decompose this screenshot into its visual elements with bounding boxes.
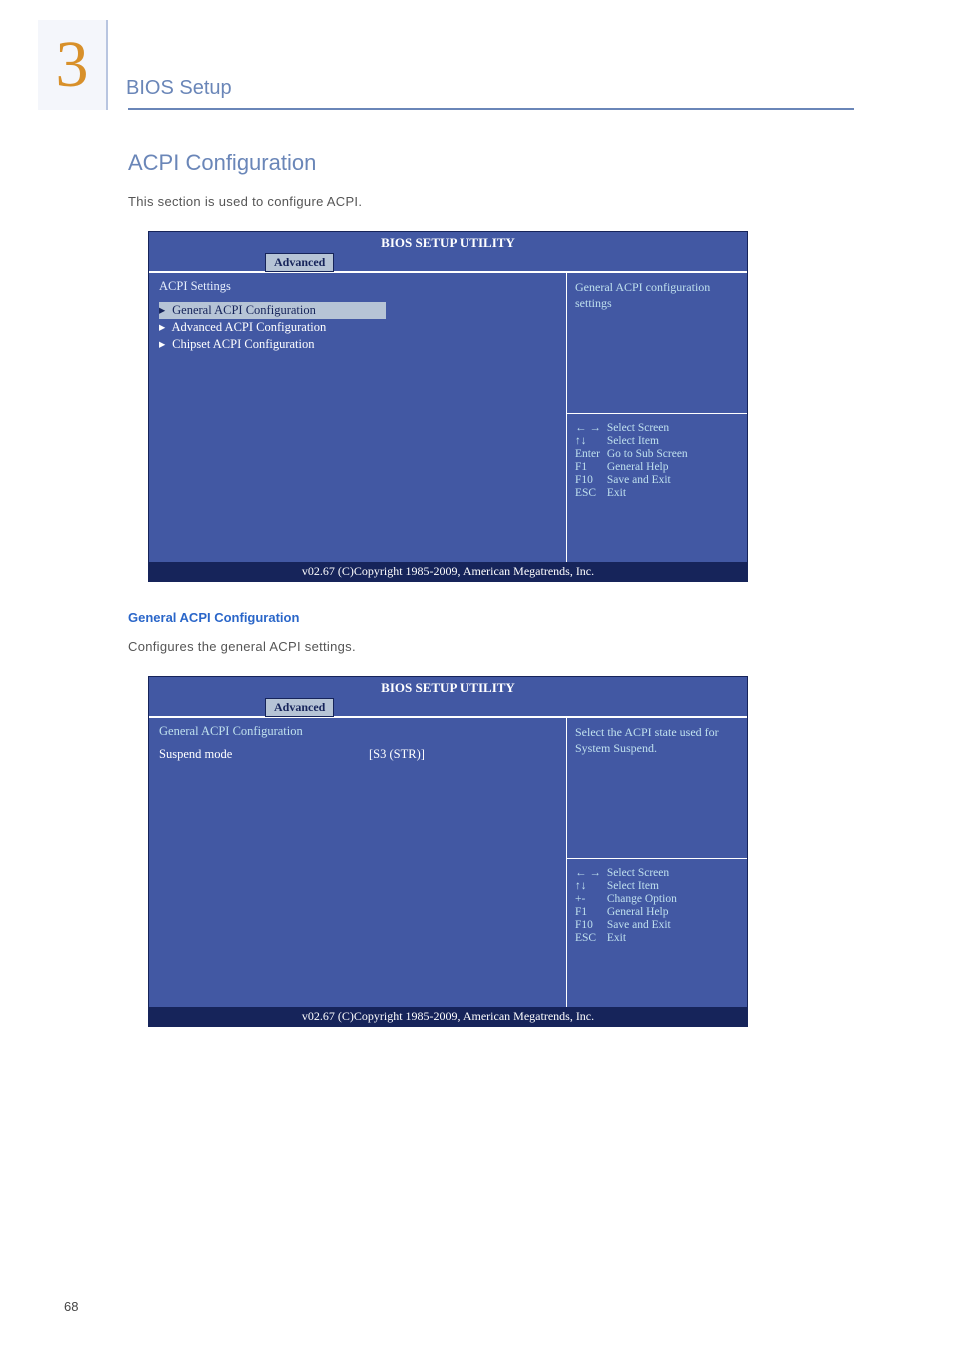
key: ↑↓ xyxy=(575,435,607,448)
key-desc: Select Screen xyxy=(607,422,694,435)
key-row: F1General Help xyxy=(575,461,694,474)
key-row: F10Save and Exit xyxy=(575,919,683,932)
key-row: ESCExit xyxy=(575,487,694,500)
key-row: ESCExit xyxy=(575,932,683,945)
bios-tab-row: Advanced xyxy=(149,698,747,716)
key: Enter xyxy=(575,448,607,461)
menu-item-general-acpi: ▸ General ACPI Configuration xyxy=(159,302,386,319)
option-suspend-mode: Suspend mode [S3 (STR)] xyxy=(159,747,556,762)
key-row: ↑↓Select Item xyxy=(575,435,694,448)
bios-key-legend: ← →Select Screen ↑↓Select Item EnterGo t… xyxy=(567,413,747,518)
key-desc: Select Screen xyxy=(607,867,683,880)
bios-footer: v02.67 (C)Copyright 1985-2009, American … xyxy=(149,1007,747,1026)
bios-pane-heading: General ACPI Configuration xyxy=(159,724,556,739)
bios-pane-heading: ACPI Settings xyxy=(159,279,556,294)
key-row: EnterGo to Sub Screen xyxy=(575,448,694,461)
section-heading: ACPI Configuration xyxy=(128,150,768,176)
bios-main-pane: General ACPI Configuration Suspend mode … xyxy=(149,717,567,1007)
bios-title: BIOS SETUP UTILITY xyxy=(149,677,747,698)
bios-tab-row: Advanced xyxy=(149,253,747,271)
tab-advanced: Advanced xyxy=(265,253,334,272)
key-desc: General Help xyxy=(607,461,694,474)
key-row: F10Save and Exit xyxy=(575,474,694,487)
key-desc: Exit xyxy=(607,487,694,500)
page-content: ACPI Configuration This section is used … xyxy=(128,150,768,1037)
key-desc: General Help xyxy=(607,906,683,919)
bios-help-pane: Select the ACPI state used for System Su… xyxy=(567,717,747,1007)
sub-intro: Configures the general ACPI settings. xyxy=(128,639,768,654)
chapter-header: 3 BIOS Setup xyxy=(38,20,232,110)
page-number: 68 xyxy=(64,1299,78,1314)
key-row: ← →Select Screen xyxy=(575,422,694,435)
bios-title: BIOS SETUP UTILITY xyxy=(149,232,747,253)
chapter-number-box: 3 xyxy=(38,20,108,110)
submenu-arrow-icon: ▸ xyxy=(159,302,169,319)
key: +- xyxy=(575,893,607,906)
key: F10 xyxy=(575,474,607,487)
key: ← → xyxy=(575,867,607,880)
key-row: ← →Select Screen xyxy=(575,867,683,880)
option-label: Suspend mode xyxy=(159,747,369,762)
bios-footer: v02.67 (C)Copyright 1985-2009, American … xyxy=(149,562,747,581)
menu-item-label: Chipset ACPI Configuration xyxy=(172,337,314,351)
bios-screenshot-general-acpi: BIOS SETUP UTILITY Advanced General ACPI… xyxy=(148,676,748,1027)
bios-help-text: General ACPI configuration settings xyxy=(567,273,747,413)
menu-item-label: Advanced ACPI Configuration xyxy=(171,320,326,334)
menu-item-label: General ACPI Configuration xyxy=(172,303,316,317)
menu-item-chipset-acpi: ▸ Chipset ACPI Configuration xyxy=(159,336,556,353)
option-value: [S3 (STR)] xyxy=(369,747,425,762)
key-desc: Save and Exit xyxy=(607,919,683,932)
bios-body: General ACPI Configuration Suspend mode … xyxy=(149,716,747,1007)
key: ESC xyxy=(575,487,607,500)
key-desc: Select Item xyxy=(607,880,683,893)
key-row: F1General Help xyxy=(575,906,683,919)
key-desc: Change Option xyxy=(607,893,683,906)
key-desc: Save and Exit xyxy=(607,474,694,487)
submenu-arrow-icon: ▸ xyxy=(159,336,169,353)
key: F1 xyxy=(575,461,607,474)
header-rule xyxy=(128,108,854,110)
bios-main-pane: ACPI Settings ▸ General ACPI Configurati… xyxy=(149,272,567,562)
key-desc: Select Item xyxy=(607,435,694,448)
bios-help-text: Select the ACPI state used for System Su… xyxy=(567,718,747,858)
key: F10 xyxy=(575,919,607,932)
key: ↑↓ xyxy=(575,880,607,893)
key: ESC xyxy=(575,932,607,945)
menu-item-advanced-acpi: ▸ Advanced ACPI Configuration xyxy=(159,319,556,336)
bios-body: ACPI Settings ▸ General ACPI Configurati… xyxy=(149,271,747,562)
key-desc: Exit xyxy=(607,932,683,945)
sub-heading: General ACPI Configuration xyxy=(128,610,768,625)
bios-screenshot-acpi-settings: BIOS SETUP UTILITY Advanced ACPI Setting… xyxy=(148,231,748,582)
tab-advanced: Advanced xyxy=(265,698,334,717)
section-intro: This section is used to configure ACPI. xyxy=(128,194,768,209)
bios-help-pane: General ACPI configuration settings ← →S… xyxy=(567,272,747,562)
chapter-number: 3 xyxy=(56,32,89,98)
key-row: +-Change Option xyxy=(575,893,683,906)
key-desc: Go to Sub Screen xyxy=(607,448,694,461)
chapter-title: BIOS Setup xyxy=(108,77,232,110)
key: F1 xyxy=(575,906,607,919)
submenu-arrow-icon: ▸ xyxy=(159,319,169,336)
bios-key-legend: ← →Select Screen ↑↓Select Item +-Change … xyxy=(567,858,747,963)
key: ← → xyxy=(575,422,607,435)
key-row: ↑↓Select Item xyxy=(575,880,683,893)
